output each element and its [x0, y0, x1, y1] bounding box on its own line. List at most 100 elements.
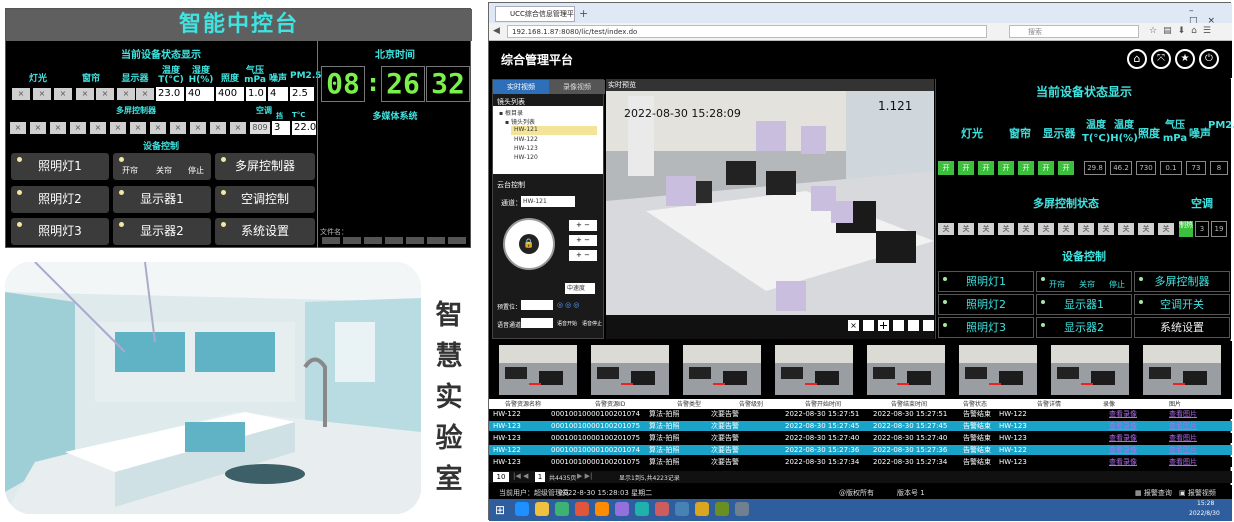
- main-video[interactable]: 2022-08-30 15:28:09 1.121: [606, 91, 934, 315]
- browser-tab[interactable]: UCC综合信息管理平台: [495, 6, 575, 32]
- lock-icon[interactable]: 🔒: [519, 234, 539, 254]
- camera-thumbnail[interactable]: [1143, 345, 1221, 395]
- curtain-close-button[interactable]: 关帘: [1073, 279, 1101, 290]
- toolbar-icons[interactable]: ☆▤⬇⌂☰: [1149, 26, 1217, 36]
- camera-thumbnail[interactable]: [775, 345, 853, 395]
- tree-cam-item[interactable]: HW-121: [511, 126, 597, 135]
- media-btn[interactable]: [427, 237, 445, 244]
- prev-page-icon[interactable]: |◀ ◀: [513, 472, 528, 480]
- start-icon[interactable]: ⊞: [495, 503, 505, 517]
- layout-9-icon[interactable]: [923, 320, 934, 331]
- fullscreen-icon[interactable]: ⤧: [1151, 49, 1171, 69]
- media-btn[interactable]: [322, 237, 340, 244]
- new-tab-icon[interactable]: +: [579, 7, 588, 20]
- taskbar-app-icon[interactable]: [535, 502, 549, 516]
- camera-thumbnail[interactable]: [1051, 345, 1129, 395]
- camera-thumbnail[interactable]: [591, 345, 669, 395]
- cell-img[interactable]: 查看图片: [1169, 421, 1197, 431]
- curtain-open-button[interactable]: 开帘: [1043, 279, 1071, 290]
- display1-button[interactable]: 显示器1: [1036, 294, 1132, 315]
- light1-button[interactable]: 照明灯1: [938, 271, 1034, 292]
- taskbar-app-icon[interactable]: [555, 502, 569, 516]
- taskbar-app-icon[interactable]: [675, 502, 689, 516]
- ptz-joystick[interactable]: 🔒: [503, 218, 555, 270]
- light2-button[interactable]: 照明灯2: [11, 186, 109, 213]
- taskbar-app-icon[interactable]: [575, 502, 589, 516]
- ac-switch-button[interactable]: 空调开关: [1134, 294, 1230, 315]
- url-field[interactable]: 192.168.1.87:8080/lic/test/index.do: [507, 25, 987, 38]
- system-settings-button[interactable]: 系统设置: [1134, 317, 1230, 338]
- multi-screen-button[interactable]: 多屏控制器: [215, 153, 315, 180]
- tree-cam-item[interactable]: HW-122: [511, 136, 538, 143]
- curtain-open-button[interactable]: 开帘: [115, 165, 145, 176]
- preset-select[interactable]: [521, 300, 553, 310]
- cell-img[interactable]: 查看图片: [1169, 433, 1197, 443]
- cell-video[interactable]: 查看录像: [1109, 457, 1137, 467]
- star-icon[interactable]: ★: [1175, 49, 1195, 69]
- voice-start-button[interactable]: 语音开始: [557, 320, 577, 327]
- taskbar-app-icon[interactable]: [515, 502, 529, 516]
- voice-select[interactable]: [521, 318, 553, 328]
- table-row[interactable]: HW-122 00010010000100201074 算法-拍照 次要告警 2022-…: [489, 445, 1232, 455]
- taskbar-app-icon[interactable]: [715, 502, 729, 516]
- curtain-close-button[interactable]: 关帘: [149, 165, 179, 176]
- table-row[interactable]: HW-123 00010010000100201075 算法-拍照 次要告警 2022-…: [489, 457, 1232, 467]
- taskbar-app-icon[interactable]: [615, 502, 629, 516]
- taskbar-app-icon[interactable]: [655, 502, 669, 516]
- system-settings-button[interactable]: 系统设置: [215, 218, 315, 245]
- camera-thumbnail[interactable]: [499, 345, 577, 395]
- taskbar-app-icon[interactable]: [695, 502, 709, 516]
- curtain-stop-button[interactable]: 停止: [1103, 279, 1131, 290]
- table-row[interactable]: HW-123 00010010000100201075 算法-拍照 次要告警 2022-…: [489, 421, 1232, 431]
- camera-thumbnail[interactable]: [683, 345, 761, 395]
- taskbar-app-icon[interactable]: [635, 502, 649, 516]
- iris-button[interactable]: + −: [569, 250, 597, 261]
- tab-realtime[interactable]: 实时视频: [493, 80, 549, 94]
- close-icon[interactable]: ×: [848, 320, 859, 331]
- layout-6-icon[interactable]: [893, 320, 904, 331]
- cell-video[interactable]: 查看录像: [1109, 409, 1137, 419]
- zoom-button[interactable]: + −: [569, 220, 597, 231]
- cell-video[interactable]: 查看录像: [1109, 445, 1137, 455]
- back-icon[interactable]: ◀: [493, 26, 500, 36]
- light2-button[interactable]: 照明灯2: [938, 294, 1034, 315]
- cell-video[interactable]: 查看录像: [1109, 433, 1137, 443]
- alarm-video-link[interactable]: ▣ 报警视频: [1179, 488, 1216, 498]
- home-icon[interactable]: ⌂: [1127, 49, 1147, 69]
- media-btn[interactable]: [364, 237, 382, 244]
- tree-cam-item[interactable]: HW-123: [511, 145, 538, 152]
- table-row[interactable]: HW-122 00010010000100201074 算法-拍照 次要告警 2022-…: [489, 409, 1232, 419]
- media-btn[interactable]: [406, 237, 424, 244]
- light3-button[interactable]: 照明灯3: [938, 317, 1034, 338]
- cell-img[interactable]: 查看图片: [1169, 445, 1197, 455]
- taskbar-app-icon[interactable]: [595, 502, 609, 516]
- ac-control-button[interactable]: 空调控制: [215, 186, 315, 213]
- page-input[interactable]: 1: [535, 472, 545, 482]
- layout-4-icon[interactable]: [878, 320, 889, 331]
- cell-img[interactable]: 查看图片: [1169, 409, 1197, 419]
- curtain-stop-button[interactable]: 停止: [181, 165, 211, 176]
- cell-video[interactable]: 查看录像: [1109, 421, 1137, 431]
- camera-thumbnail[interactable]: [959, 345, 1037, 395]
- preset-action-icons[interactable]: ◎◎◎: [557, 301, 581, 309]
- display2-button[interactable]: 显示器2: [113, 218, 211, 245]
- tree-cam-item[interactable]: HW-120: [511, 154, 538, 161]
- voice-stop-button[interactable]: 语音停止: [582, 320, 602, 327]
- media-btn[interactable]: [343, 237, 361, 244]
- focus-button[interactable]: + −: [569, 235, 597, 246]
- media-btn[interactable]: [385, 237, 403, 244]
- layout-8-icon[interactable]: [908, 320, 919, 331]
- light3-button[interactable]: 照明灯3: [11, 218, 109, 245]
- multi-screen-button[interactable]: 多屏控制器: [1134, 271, 1230, 292]
- speed-select[interactable]: 中速度: [565, 283, 595, 294]
- table-row[interactable]: HW-123 00010010000100201075 算法-拍照 次要告警 2022-…: [489, 433, 1232, 443]
- camera-thumbnail[interactable]: [867, 345, 945, 395]
- light1-button[interactable]: 照明灯1: [11, 153, 109, 180]
- tree-group[interactable]: ▪ 镜头列表: [505, 117, 535, 126]
- search-field[interactable]: 搜索: [1009, 25, 1139, 38]
- page-size-select[interactable]: 10: [493, 472, 509, 482]
- tree-root[interactable]: ▪ 根目录: [499, 108, 523, 117]
- taskbar-app-icon[interactable]: [735, 502, 749, 516]
- media-btn[interactable]: [448, 237, 466, 244]
- layout-1-icon[interactable]: [863, 320, 874, 331]
